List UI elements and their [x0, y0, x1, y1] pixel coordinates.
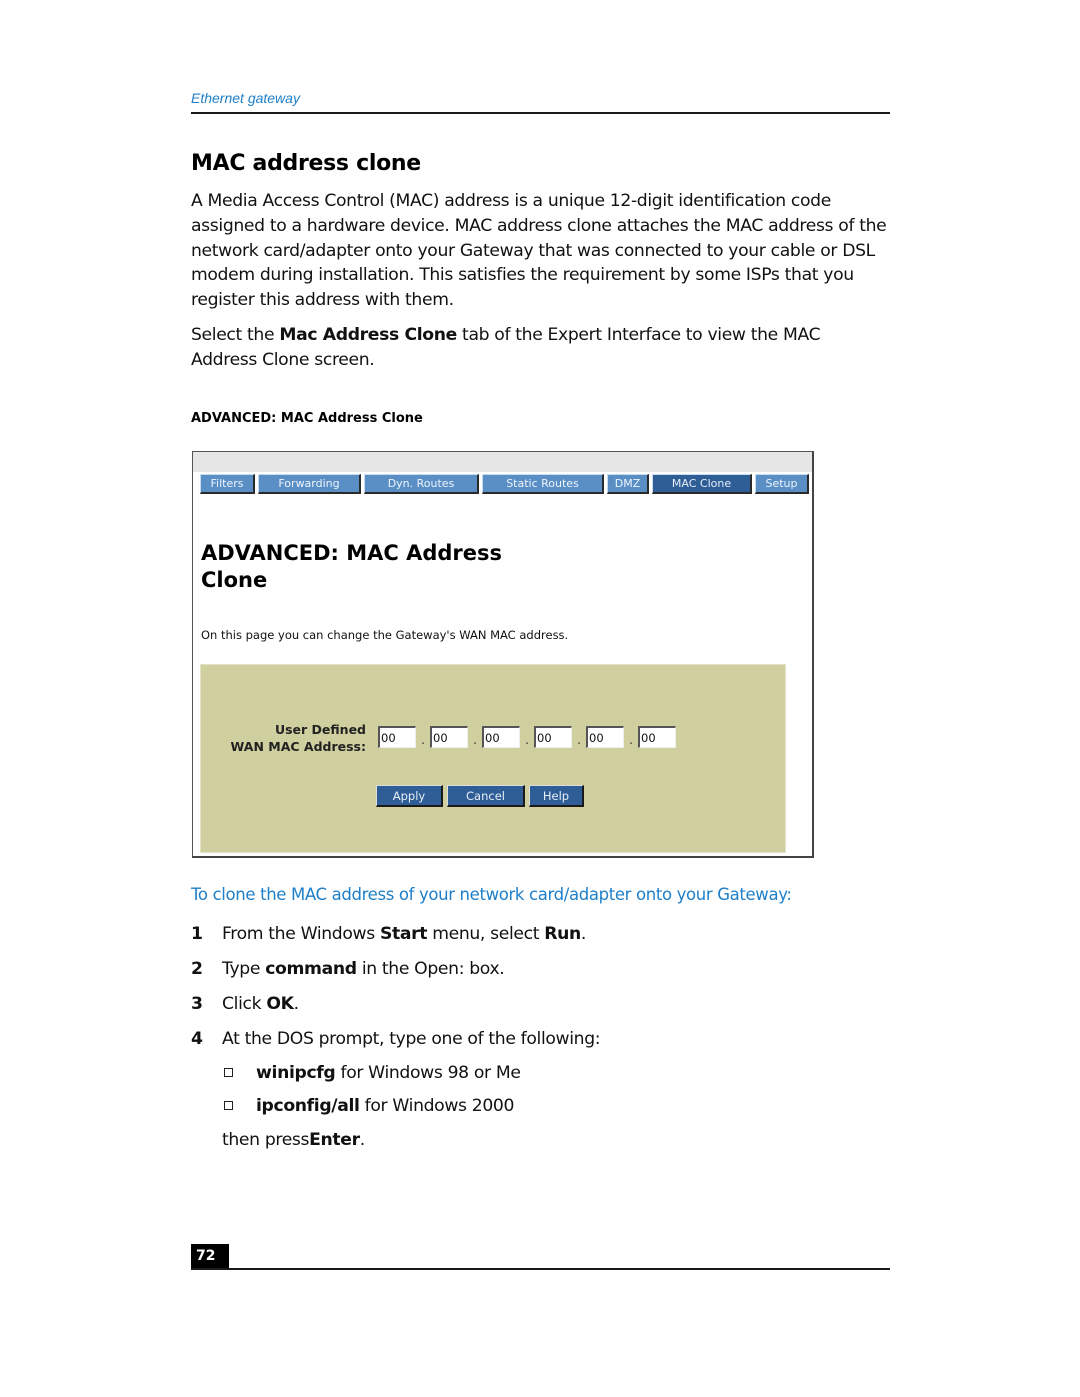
text: for Windows 2000 [359, 1095, 515, 1116]
tab-mac-clone[interactable]: MAC Clone [652, 474, 752, 494]
mac-octet-5[interactable] [586, 726, 624, 748]
action-buttons: Apply Cancel Help [376, 785, 584, 807]
step-item: 4 At the DOS prompt, type one of the fol… [191, 1021, 891, 1056]
bold-text: ipconfig/all [256, 1095, 360, 1116]
page-number: 72 [191, 1244, 229, 1269]
step-item: 3 Click OK. [191, 986, 891, 1021]
figure-caption: ADVANCED: MAC Address Clone [191, 411, 423, 426]
apply-button[interactable]: Apply [376, 785, 443, 807]
procedure-title: To clone the MAC address of your network… [191, 885, 792, 904]
tab-bar: Filters Forwarding Dyn. Routes Static Ro… [200, 474, 809, 494]
bold-text: Start [379, 923, 428, 944]
procedure-steps: 1 From the Windows Start menu, select Ru… [191, 916, 891, 1158]
footer-rule [191, 1268, 890, 1270]
text: Type [222, 958, 266, 979]
mac-address-label: User Defined WAN MAC Address: [201, 721, 366, 755]
step-number: 1 [191, 923, 203, 944]
bold-text: OK [266, 993, 294, 1014]
step-item: 1 From the Windows Start menu, select Ru… [191, 916, 891, 951]
step-text: From the Windows Start menu, select Run. [222, 924, 586, 944]
octet-separator: . [629, 733, 633, 747]
cancel-button[interactable]: Cancel [447, 785, 525, 807]
mac-octet-2[interactable] [430, 726, 468, 748]
header-rule [191, 112, 890, 114]
text: . [580, 923, 587, 944]
tab-dyn-routes[interactable]: Dyn. Routes [364, 474, 479, 494]
bold-text: Run [544, 923, 581, 944]
screenshot-frame: Filters Forwarding Dyn. Routes Static Ro… [192, 451, 814, 858]
section-title: MAC address clone [191, 151, 421, 176]
mac-octet-3[interactable] [482, 726, 520, 748]
text: . [293, 993, 299, 1014]
bold-text: winipcfg [256, 1062, 336, 1083]
bullet-item: winipcfg for Windows 98 or Me [191, 1056, 891, 1089]
octet-separator: . [577, 733, 581, 747]
step-text: Click OK. [222, 994, 299, 1014]
step-number: 4 [191, 1028, 203, 1049]
octet-separator: . [421, 733, 425, 747]
step-tail-text: then press Enter. [191, 1122, 891, 1158]
running-head: Ethernet gateway [191, 90, 300, 106]
mac-octet-6[interactable] [638, 726, 676, 748]
octet-separator: . [473, 733, 477, 747]
text: menu, select [427, 923, 545, 944]
step-number: 2 [191, 958, 203, 979]
step-item: 2 Type command in the Open: box. [191, 951, 891, 986]
text: in the Open: box. [356, 958, 505, 979]
instruction-paragraph: Select the Mac Address Clone tab of the … [191, 323, 891, 373]
label-line: User Defined [274, 722, 366, 737]
frame-top-bar [193, 452, 812, 472]
title-line: ADVANCED: MAC Address [201, 541, 503, 565]
help-button[interactable]: Help [529, 785, 584, 807]
bold-text: command [265, 958, 357, 979]
bullet-item: ipconfig/all for Windows 2000 [191, 1089, 891, 1122]
label-line: WAN MAC Address: [230, 739, 366, 754]
mac-octet-4[interactable] [534, 726, 572, 748]
text: for Windows 98 or Me [335, 1062, 521, 1083]
text: Click [222, 993, 267, 1014]
checkbox-bullet-icon [224, 1068, 233, 1077]
bullet-text: winipcfg for Windows 98 or Me [256, 1063, 521, 1083]
text: Select the [191, 325, 280, 345]
intro-paragraph: A Media Access Control (MAC) address is … [191, 191, 887, 311]
bold-text: Mac Address Clone [279, 325, 457, 345]
mac-octet-1[interactable] [378, 726, 416, 748]
tab-forwarding[interactable]: Forwarding [258, 474, 361, 494]
page-description: On this page you can change the Gateway'… [201, 628, 569, 642]
tab-dmz[interactable]: DMZ [607, 474, 649, 494]
text: . [359, 1130, 365, 1150]
step-text: Type command in the Open: box. [222, 958, 505, 979]
tab-filters[interactable]: Filters [200, 474, 255, 494]
title-line: Clone [201, 568, 268, 592]
bullet-text: ipconfig/all for Windows 2000 [256, 1096, 514, 1116]
checkbox-bullet-icon [224, 1101, 233, 1110]
step-number: 3 [191, 993, 203, 1014]
mac-settings-panel: User Defined WAN MAC Address: . . . . . … [200, 664, 786, 853]
advanced-page-title: ADVANCED: MAC Address Clone [201, 540, 502, 594]
octet-separator: . [525, 733, 529, 747]
mac-address-fields: . . . . . [378, 726, 676, 748]
text: From the Windows [222, 923, 380, 944]
tab-static-routes[interactable]: Static Routes [482, 474, 604, 494]
step-text: At the DOS prompt, type one of the follo… [222, 1028, 601, 1049]
tab-setup[interactable]: Setup [755, 474, 809, 494]
bold-text: Enter [309, 1130, 360, 1150]
text: then press [222, 1130, 310, 1150]
